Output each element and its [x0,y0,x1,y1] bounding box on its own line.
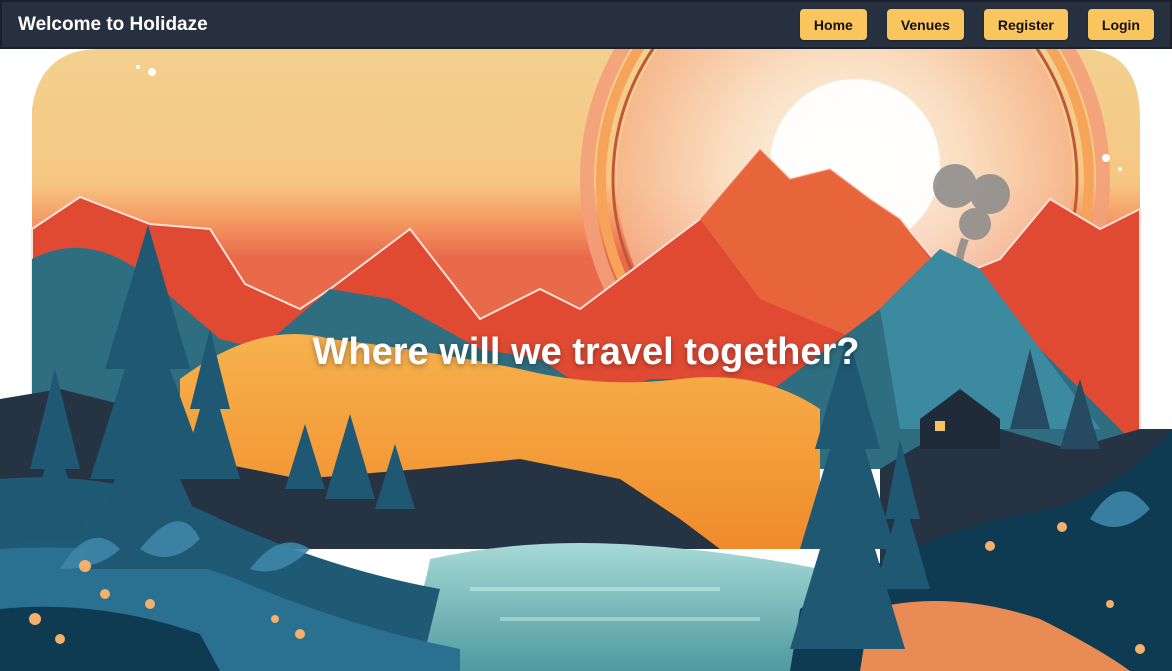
brand-title[interactable]: Welcome to Holidaze [2,14,208,36]
nav-register-button[interactable]: Register [983,9,1068,40]
hero-title: Where will we travel together? [312,331,860,373]
nav-venues-button[interactable]: Venues [886,9,964,40]
nav-login-button[interactable]: Login [1087,9,1154,40]
top-navbar: Welcome to Holidaze Home Venues Register… [0,0,1172,49]
nav-links: Home Venues Register Login [799,9,1170,40]
nav-home-button[interactable]: Home [799,9,867,40]
hero-section: Where will we travel together? [0,49,1172,671]
